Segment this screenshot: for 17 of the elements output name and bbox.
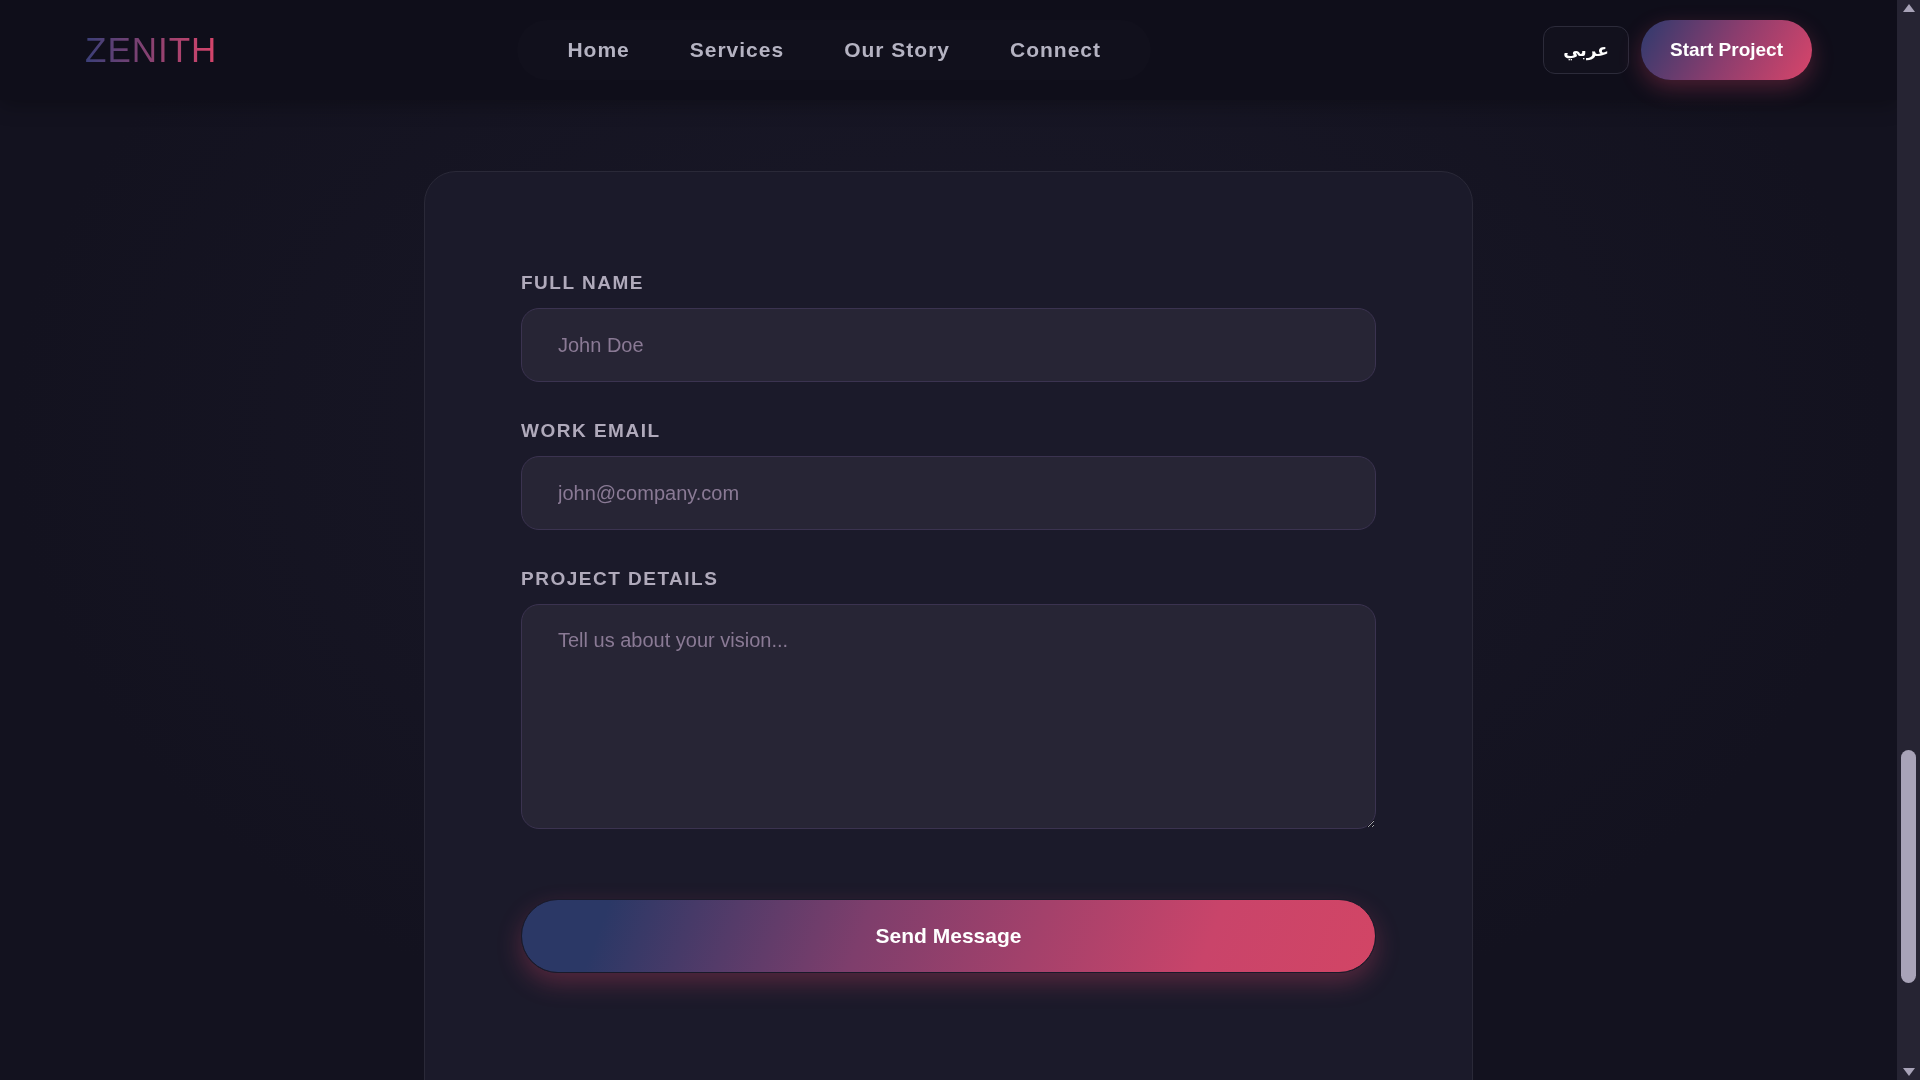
input-field[interactable]: john@company.com bbox=[521, 456, 1376, 530]
scroll-up-icon[interactable] bbox=[1903, 4, 1915, 12]
language-button[interactable]: عربي bbox=[1543, 26, 1629, 74]
nav-link[interactable]: Services bbox=[659, 30, 815, 70]
nav-link[interactable]: Home bbox=[537, 30, 660, 70]
details-field[interactable]: Tell us about your vision... bbox=[521, 604, 1376, 829]
field-label: WORK EMAIL bbox=[521, 420, 662, 442]
field-label: FULL NAME bbox=[521, 272, 645, 294]
send-button[interactable]: Send Message bbox=[521, 899, 1376, 973]
nav-link[interactable]: Connect bbox=[980, 30, 1132, 70]
scroll-thumb[interactable] bbox=[1901, 750, 1916, 983]
input-field[interactable]: John Doe bbox=[521, 308, 1376, 382]
scroll-down-icon[interactable] bbox=[1903, 1068, 1915, 1076]
field-label: PROJECT DETAILS bbox=[521, 568, 720, 590]
nav-link[interactable]: Our Story bbox=[814, 30, 981, 70]
start-project-button[interactable]: Start Project bbox=[1641, 20, 1812, 80]
scrollbar[interactable] bbox=[1897, 0, 1920, 1080]
